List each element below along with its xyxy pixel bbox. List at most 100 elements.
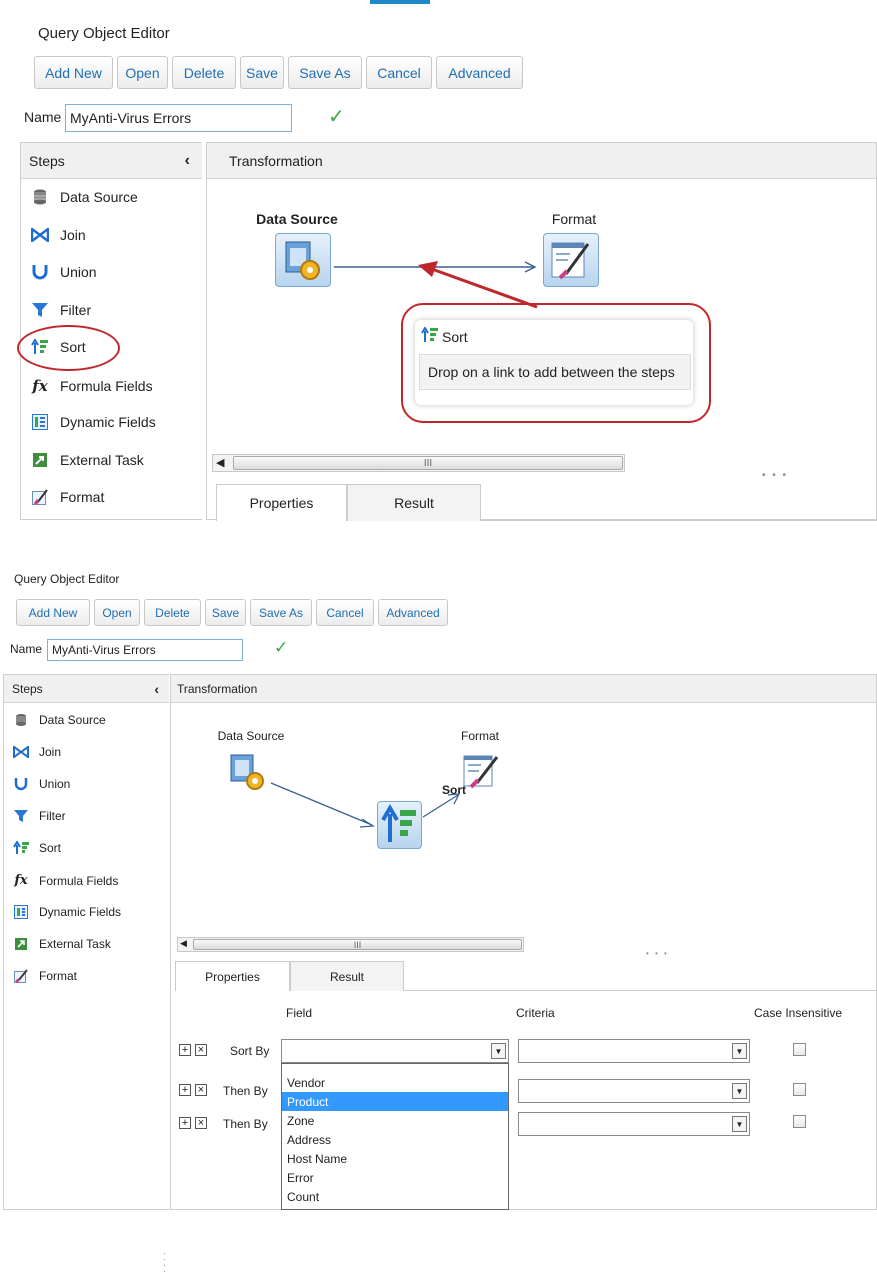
add-new-button[interactable]: Add New	[34, 56, 113, 89]
step-join[interactable]: Join	[30, 227, 86, 243]
delete-button[interactable]: Delete	[144, 599, 201, 626]
name-field[interactable]: MyAnti-Virus Errors	[47, 639, 243, 661]
splitter-grip-icon[interactable]: • • •	[762, 470, 788, 481]
step-dynamic-fields[interactable]: Dynamic Fields	[13, 905, 121, 919]
case-insensitive-checkbox-3[interactable]	[793, 1115, 806, 1128]
criteria-dropdown-3[interactable]: ▼	[518, 1112, 750, 1136]
step-label: Union	[60, 264, 97, 280]
horizontal-scrollbar[interactable]: ◀ III	[177, 937, 524, 952]
step-dynamic-fields[interactable]: Dynamic Fields	[30, 414, 156, 430]
link-arrow[interactable]	[270, 782, 373, 826]
save-as-button[interactable]: Save As	[250, 599, 312, 626]
dropdown-option[interactable]: Count	[282, 1187, 508, 1206]
toolbar: Add New Open Delete Save Save As Cancel …	[16, 599, 452, 626]
dropdown-option[interactable]: Zone	[282, 1111, 508, 1130]
toolbar: Add New Open Delete Save Save As Cancel …	[34, 56, 527, 89]
step-union[interactable]: Union	[30, 264, 97, 280]
save-as-button[interactable]: Save As	[288, 56, 362, 89]
step-label: Sort	[39, 841, 62, 855]
side-splitter-grip-icon[interactable]: · · · ·	[163, 1249, 166, 1276]
open-button[interactable]: Open	[94, 599, 140, 626]
add-row-icon[interactable]: +	[179, 1117, 191, 1129]
step-format[interactable]: Format	[30, 489, 104, 505]
delete-button[interactable]: Delete	[172, 56, 236, 89]
formula-icon: fx	[14, 873, 28, 888]
criteria-dropdown-1[interactable]: ▼	[518, 1039, 750, 1063]
step-join[interactable]: Join	[13, 745, 61, 759]
step-external-task[interactable]: External Task	[13, 937, 111, 951]
then-by-label: Then By	[223, 1117, 268, 1131]
cancel-button[interactable]: Cancel	[316, 599, 374, 626]
tooltip-message: Drop on a link to add between the steps	[419, 354, 691, 390]
tab-result[interactable]: Result	[347, 484, 481, 521]
dynamic-fields-icon	[30, 414, 50, 430]
union-icon	[13, 777, 29, 791]
save-button[interactable]: Save	[240, 56, 284, 89]
tab-strip: Properties Result	[216, 484, 877, 521]
dropdown-option[interactable]: Address	[282, 1130, 508, 1149]
step-data-source[interactable]: Data Source	[30, 189, 138, 205]
union-icon	[30, 264, 50, 280]
remove-row-icon[interactable]: ×	[195, 1044, 207, 1056]
horizontal-scrollbar[interactable]: ◀ III	[212, 454, 625, 472]
remove-row-icon[interactable]: ×	[195, 1117, 207, 1129]
step-filter[interactable]: Filter	[30, 302, 91, 318]
remove-row-icon[interactable]: ×	[195, 1084, 207, 1096]
advanced-button[interactable]: Advanced	[436, 56, 523, 89]
step-label: Union	[39, 777, 71, 791]
step-union[interactable]: Union	[13, 777, 70, 791]
step-label: Formula Fields	[39, 873, 119, 888]
dropdown-arrow-icon[interactable]: ▼	[732, 1116, 747, 1132]
criteria-dropdown-2[interactable]: ▼	[518, 1079, 750, 1103]
formula-icon: fx	[32, 377, 48, 395]
dropdown-arrow-icon[interactable]: ▼	[732, 1043, 747, 1059]
step-label: External Task	[39, 937, 111, 951]
open-button[interactable]: Open	[117, 56, 168, 89]
link-arrow[interactable]	[422, 794, 459, 818]
dropdown-arrow-icon[interactable]: ▼	[732, 1083, 747, 1099]
link-layer	[270, 782, 461, 828]
add-row-icon[interactable]: +	[179, 1044, 191, 1056]
name-field[interactable]: MyAnti-Virus Errors	[65, 104, 292, 132]
step-data-source[interactable]: Data Source	[13, 713, 106, 727]
name-label: Name	[10, 642, 43, 656]
step-external-task[interactable]: External Task	[30, 452, 144, 468]
add-new-button[interactable]: Add New	[16, 599, 90, 626]
dropdown-option-selected[interactable]: Product	[282, 1092, 508, 1111]
case-insensitive-checkbox-2[interactable]	[793, 1083, 806, 1096]
scroll-left-icon[interactable]: ◀	[216, 456, 224, 469]
step-formula-fields[interactable]: fx Formula Fields	[13, 873, 118, 888]
tab-properties[interactable]: Properties	[175, 961, 290, 991]
tab-result[interactable]: Result	[290, 961, 404, 991]
transformation-panel: Transformation Data Source Sort Format ◀…	[170, 674, 877, 1210]
advanced-button[interactable]: Advanced	[378, 599, 448, 626]
dropdown-option[interactable]: Vendor	[282, 1073, 508, 1092]
sort-icon	[13, 841, 29, 855]
steps-header-label: Steps	[12, 681, 43, 696]
step-formula-fields[interactable]: fx Formula Fields	[30, 377, 152, 395]
splitter-grip-icon[interactable]: • • •	[646, 949, 669, 958]
add-row-icon[interactable]: +	[179, 1084, 191, 1096]
dropdown-option[interactable]: Host Name	[282, 1149, 508, 1168]
case-insensitive-checkbox-1[interactable]	[793, 1043, 806, 1056]
tooltip-title-row: Sort	[421, 326, 468, 346]
field-dropdown-1[interactable]: ▼	[281, 1039, 509, 1063]
cancel-button[interactable]: Cancel	[366, 56, 432, 89]
dropdown-option[interactable]: Error	[282, 1168, 508, 1187]
scrollbar-thumb[interactable]: III	[233, 456, 623, 470]
editor-title: Query Object Editor	[38, 25, 170, 42]
scroll-left-icon[interactable]: ◀	[180, 938, 187, 949]
collapse-chevron-icon[interactable]: ‹	[154, 681, 159, 697]
steps-header: Steps ‹	[21, 143, 202, 179]
case-insensitive-column-header: Case Insensitive	[754, 1006, 843, 1020]
step-sort[interactable]: Sort	[13, 841, 61, 855]
sort-icon	[421, 326, 439, 346]
step-format[interactable]: Format	[13, 969, 77, 983]
dropdown-arrow-icon[interactable]: ▼	[491, 1043, 506, 1059]
sort-highlight-ring	[17, 325, 120, 371]
step-filter[interactable]: Filter	[13, 809, 66, 823]
tab-properties[interactable]: Properties	[216, 484, 347, 521]
save-button[interactable]: Save	[205, 599, 246, 626]
collapse-chevron-icon[interactable]: ‹	[185, 152, 190, 170]
scrollbar-thumb[interactable]: III	[193, 939, 522, 950]
